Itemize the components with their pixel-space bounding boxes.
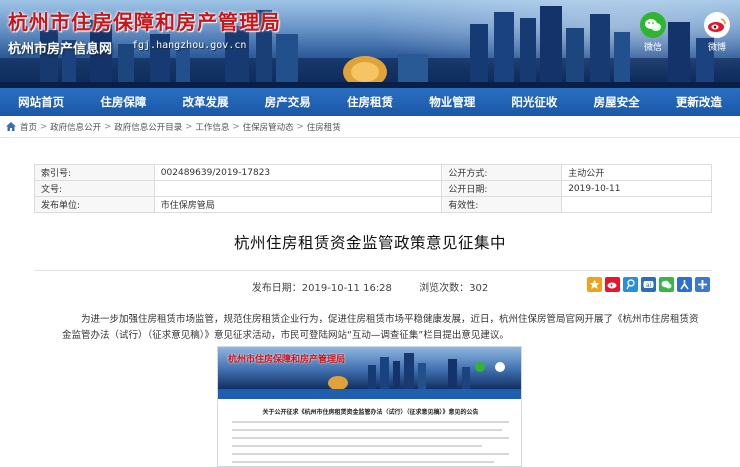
- embedded-text-line: [232, 453, 509, 455]
- embedded-banner: 杭州市住房保障和房产管理局: [218, 347, 521, 390]
- site-url: fgj.hangzhou.gov.cn: [132, 40, 247, 51]
- nav-item-property-management[interactable]: 物业管理: [411, 88, 493, 116]
- validity-value: [561, 196, 712, 213]
- issuer-label: 发布单位:: [34, 196, 155, 213]
- embedded-text-line: [232, 437, 509, 439]
- share-toolbar: ai: [587, 277, 710, 292]
- wechat-share-icon[interactable]: [659, 277, 674, 292]
- doc-number-label: 文号:: [34, 180, 155, 197]
- table-row: 索引号: 002489639/2019-17823 公开方式: 主动公开: [34, 164, 712, 181]
- wechat-label: 微信: [643, 43, 662, 53]
- view-count: 浏览次数：302: [419, 283, 489, 294]
- document-meta-table: 索引号: 002489639/2019-17823 公开方式: 主动公开 文号:…: [34, 164, 712, 213]
- wechat-icon: [640, 12, 666, 38]
- home-icon: [6, 122, 16, 131]
- nav-item-building-safety[interactable]: 房屋安全: [576, 88, 658, 116]
- nav-item-reform[interactable]: 改革发展: [164, 88, 246, 116]
- public-date-label: 公开日期:: [441, 180, 563, 197]
- breadcrumb-rental[interactable]: 住房租赁: [307, 121, 341, 133]
- article-body: 为进一步加强住房租赁市场监管，规范住房租赁企业行为，促进住房租赁市场平稳健康发展…: [62, 312, 707, 344]
- people-share-icon[interactable]: [677, 277, 692, 292]
- breadcrumb-separator: >: [296, 121, 304, 132]
- publish-date: 发布日期：2019-10-11 16:28: [251, 283, 392, 294]
- index-label: 索引号:: [34, 164, 155, 181]
- site-title[interactable]: 杭州市住房保障和房产管理局: [8, 6, 281, 35]
- breadcrumb: 首页 > 政府信息公开 > 政府信息公开目录 > 工作信息 > 住保房管动态 >…: [0, 116, 740, 138]
- breadcrumb-separator: >: [232, 121, 240, 132]
- title-divider: [34, 270, 712, 271]
- nav-item-expropriation[interactable]: 阳光征收: [493, 88, 575, 116]
- site-banner: 杭州市住房保障和房产管理局 杭州市房产信息网 fgj.hangzhou.gov.…: [0, 0, 740, 88]
- embedded-text-line: [232, 421, 509, 423]
- wechat-link[interactable]: 微信: [636, 12, 670, 53]
- nav-item-rental[interactable]: 住房租赁: [329, 88, 411, 116]
- weibo-label: 微博: [707, 43, 726, 53]
- nav-item-home[interactable]: 网站首页: [0, 88, 82, 116]
- renren-share-icon[interactable]: ai: [641, 277, 656, 292]
- embedded-heading: 关于公开征求《杭州市住房租赁资金监管办法（试行）（征求意见稿）》意见的公告: [262, 409, 479, 416]
- issuer-value: 市住保房管局: [153, 196, 443, 213]
- public-mode-value: 主动公开: [561, 164, 712, 181]
- nav-item-property-trading[interactable]: 房产交易: [247, 88, 329, 116]
- tencent-weibo-share-icon[interactable]: [623, 277, 638, 292]
- embedded-site-title: 杭州市住房保障和房产管理局: [228, 355, 346, 365]
- embedded-text-line: [232, 445, 482, 447]
- article-paragraph: 为进一步加强住房租赁市场监管，规范住房租赁企业行为，促进住房租赁市场平稳健康发展…: [62, 314, 699, 341]
- breadcrumb-gov-info[interactable]: 政府信息公开: [50, 121, 101, 133]
- validity-label: 有效性:: [441, 196, 563, 213]
- breadcrumb-home[interactable]: 首页: [20, 121, 37, 133]
- breadcrumb-separator: >: [40, 121, 48, 132]
- breadcrumb-separator: >: [104, 121, 112, 132]
- nav-item-housing-security[interactable]: 住房保障: [82, 88, 164, 116]
- embedded-nav: [218, 389, 521, 399]
- weibo-share-icon[interactable]: [605, 277, 620, 292]
- article-embedded-image: 杭州市住房保障和房产管理局 关于公开征求《杭州市住房租赁资金监管办法（试行）（征…: [217, 346, 522, 467]
- table-row: 发布单位: 市住保房管局 有效性:: [34, 196, 712, 213]
- svg-text:ai: ai: [646, 282, 652, 289]
- doc-number-value: [153, 180, 443, 197]
- table-row: 文号: 公开日期: 2019-10-11: [34, 180, 712, 197]
- breadcrumb-gov-info-catalog[interactable]: 政府信息公开目录: [114, 121, 182, 133]
- article-title: 杭州住房租赁资金监管政策意见征集中: [233, 234, 506, 252]
- index-value: 002489639/2019-17823: [153, 164, 443, 181]
- embedded-text-line: [232, 429, 502, 431]
- qzone-share-icon[interactable]: [587, 277, 602, 292]
- nav-item-renewal[interactable]: 更新改造: [658, 88, 740, 116]
- weibo-icon: [704, 12, 730, 38]
- public-mode-label: 公开方式:: [441, 164, 563, 181]
- weibo-link[interactable]: 微博: [700, 12, 734, 53]
- breadcrumb-separator: >: [185, 121, 193, 132]
- more-share-icon[interactable]: [695, 277, 710, 292]
- site-subtitle[interactable]: 杭州市房产信息网: [8, 38, 112, 57]
- main-nav: 网站首页 住房保障 改革发展 房产交易 住房租赁 物业管理 阳光征收 房屋安全 …: [0, 88, 740, 116]
- breadcrumb-news[interactable]: 住保房管动态: [243, 121, 294, 133]
- embedded-text-line: [232, 461, 494, 463]
- breadcrumb-work-info[interactable]: 工作信息: [195, 121, 229, 133]
- public-date-value: 2019-10-11: [561, 180, 712, 197]
